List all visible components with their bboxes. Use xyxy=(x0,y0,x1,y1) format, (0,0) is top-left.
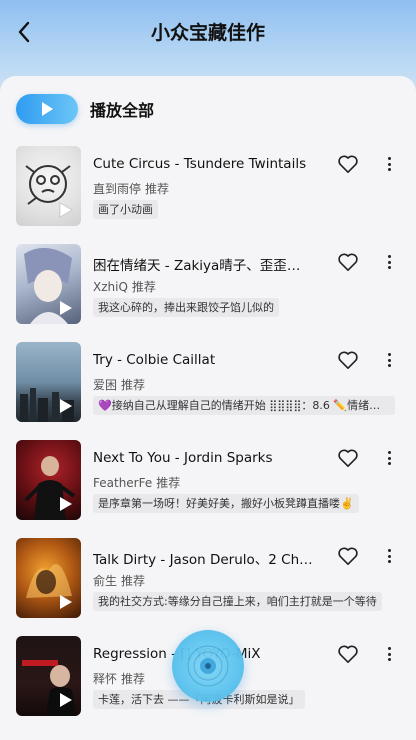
song-cover[interactable] xyxy=(16,342,81,422)
song-recommender: XzhiQ 推荐 xyxy=(93,280,156,294)
heart-icon[interactable] xyxy=(337,154,359,174)
cover-play-icon xyxy=(60,497,72,511)
song-cover[interactable] xyxy=(16,244,81,324)
cover-play-icon xyxy=(59,202,73,218)
header: 小众宝藏佳作 xyxy=(0,0,416,64)
heart-icon[interactable] xyxy=(337,644,359,664)
more-options-icon[interactable] xyxy=(380,252,398,272)
heart-icon[interactable] xyxy=(337,448,359,468)
song-title: 困在情绪天 - Zakiya晴子、歪歪超... xyxy=(93,258,313,274)
song-comment: 我的社交方式:等缘分自己撞上来，咱们主打就是一个等待 xyxy=(93,592,382,611)
song-comment: 画了小动画 xyxy=(93,200,158,219)
song-recommender: 爱困 推荐 xyxy=(93,378,146,392)
cover-play-icon xyxy=(60,301,72,315)
heart-icon[interactable] xyxy=(337,350,359,370)
more-options-icon[interactable] xyxy=(380,350,398,370)
song-item[interactable]: Talk Dirty - Jason Derulo、2 Chainz 俞生 推荐 … xyxy=(0,538,416,636)
cover-play-icon xyxy=(60,399,72,413)
song-comment: 我这心碎的，捧出来跟饺子馅儿似的 xyxy=(93,298,279,317)
song-title: Next To You - Jordin Sparks xyxy=(93,450,273,466)
mini-player-disc[interactable] xyxy=(172,630,244,702)
page-title: 小众宝藏佳作 xyxy=(150,22,265,44)
song-item[interactable]: Next To You - Jordin Sparks FeatherFe 推荐 … xyxy=(0,440,416,538)
song-cover[interactable] xyxy=(16,440,81,520)
play-all-label: 播放全部 xyxy=(90,101,155,120)
more-options-icon[interactable] xyxy=(380,546,398,566)
song-item[interactable]: Cute Circus - Tsundere Twintails 直到雨停 推荐 … xyxy=(0,146,416,244)
song-recommender: 直到雨停 推荐 xyxy=(93,182,170,196)
song-cover[interactable] xyxy=(16,636,81,716)
song-cover[interactable] xyxy=(16,146,81,226)
song-recommender: FeatherFe 推荐 xyxy=(93,476,181,490)
vinyl-disc-icon xyxy=(187,645,229,687)
song-title: Cute Circus - Tsundere Twintails xyxy=(93,156,307,172)
cover-play-icon xyxy=(60,693,72,707)
song-cover[interactable] xyxy=(16,538,81,618)
heart-icon[interactable] xyxy=(337,546,359,566)
play-icon xyxy=(42,102,53,116)
play-all-row[interactable]: 播放全部 xyxy=(16,94,154,124)
song-comment: 是序章第一场呀！好美好美，搬好小板凳蹲直播喽✌️ xyxy=(93,494,359,513)
song-recommender: 俞生 推荐 xyxy=(93,574,146,588)
more-options-icon[interactable] xyxy=(380,448,398,468)
cover-play-icon xyxy=(60,595,72,609)
song-recommender: 释怀 推荐 xyxy=(93,672,146,686)
song-comment: 💜接纳自己从理解自己的情绪开始 ⣿⣿⣿⣿：8.6 ✏️情绪：... xyxy=(93,396,395,415)
song-title: Try - Colbie Caillat xyxy=(93,352,216,368)
song-title: Talk Dirty - Jason Derulo、2 Chainz xyxy=(93,552,313,568)
heart-icon[interactable] xyxy=(337,252,359,272)
more-options-icon[interactable] xyxy=(380,154,398,174)
more-options-icon[interactable] xyxy=(380,644,398,664)
play-all-button[interactable] xyxy=(16,94,78,124)
song-item[interactable]: Try - Colbie Caillat 爱困 推荐 💜接纳自己从理解自己的情绪开… xyxy=(0,342,416,440)
song-item[interactable]: 困在情绪天 - Zakiya晴子、歪歪超... XzhiQ 推荐 我这心碎的，捧出… xyxy=(0,244,416,342)
